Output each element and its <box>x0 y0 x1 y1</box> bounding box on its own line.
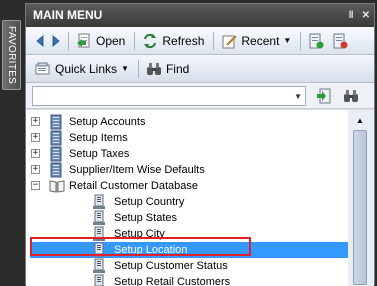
tree-item-label: Setup Retail Customers <box>114 276 231 286</box>
find-button[interactable]: Find <box>143 58 192 80</box>
chevron-down-icon: ▼ <box>121 64 129 73</box>
tree-item-label: Setup Location <box>114 244 188 256</box>
main-menu-panel: MAIN MENU ‖ ✕ Open Refresh Recent ▼ Quic… <box>25 3 375 286</box>
toolbar-separator <box>68 31 69 50</box>
open-book-icon <box>49 178 65 194</box>
ledger-icon <box>49 146 63 162</box>
tree-item-label: Setup City <box>114 228 165 240</box>
chevron-down-icon: ▼ <box>283 36 292 45</box>
tree-item[interactable]: − Retail Customer Database <box>26 178 348 194</box>
form-icon <box>92 258 106 274</box>
go-icon <box>317 88 331 104</box>
form-icon <box>92 210 106 226</box>
forward-arrow-icon <box>52 34 60 47</box>
refresh-label: Refresh <box>162 33 205 48</box>
refresh-icon <box>144 33 157 48</box>
expand-icon[interactable]: + <box>31 133 40 142</box>
tree-item[interactable]: Setup Country <box>30 194 348 210</box>
tree-item-label: Setup Items <box>69 132 128 144</box>
ledger-icon <box>49 162 63 178</box>
open-button[interactable]: Open <box>73 30 128 52</box>
search-combo[interactable]: ▼ <box>32 86 306 106</box>
recent-button[interactable]: Recent ▼ <box>218 30 294 52</box>
form-icon <box>92 226 106 242</box>
scroll-thumb[interactable] <box>353 130 367 285</box>
tree-item[interactable]: Setup States <box>30 210 348 226</box>
open-label: Open <box>96 33 126 48</box>
forward-button[interactable] <box>48 30 64 52</box>
pin-icon[interactable]: ‖ <box>349 4 354 27</box>
recent-icon <box>222 35 237 48</box>
back-arrow-icon <box>36 34 44 47</box>
find-label: Find <box>165 61 190 76</box>
form-icon <box>92 194 106 210</box>
tree-item-label: Retail Customer Database <box>69 180 199 192</box>
search-row: ▼ <box>26 83 374 109</box>
tree-item-label: Setup Accounts <box>69 116 146 128</box>
tree-item[interactable]: + Supplier/Item Wise Defaults <box>26 162 348 178</box>
main-toolbar: Open Refresh Recent ▼ <box>26 27 374 55</box>
chevron-down-icon[interactable]: ▼ <box>294 92 302 101</box>
tree-item[interactable]: Setup Customer Status <box>30 258 348 274</box>
back-button[interactable] <box>32 30 48 52</box>
menu-tree: + Setup Accounts + Setup Items + Setup Taxes +… <box>26 110 348 286</box>
binoculars-icon <box>344 90 358 102</box>
go-button[interactable] <box>313 86 335 106</box>
quick-links-label: Quick Links <box>55 61 118 76</box>
form-icon <box>92 274 106 286</box>
refresh-button[interactable]: Refresh <box>139 30 207 52</box>
toolbar-separator <box>134 31 136 50</box>
remove-favorite-button[interactable] <box>329 30 351 52</box>
tree-item[interactable]: Setup City <box>30 226 348 242</box>
tree-item-label: Supplier/Item Wise Defaults <box>69 164 205 176</box>
remove-favorite-icon <box>333 33 348 48</box>
open-icon <box>77 33 90 47</box>
binoculars-icon <box>146 62 161 75</box>
ledger-icon <box>49 114 63 130</box>
expand-icon[interactable]: + <box>31 117 40 126</box>
toolbar-separator <box>137 59 139 78</box>
vertical-scrollbar[interactable]: ▲ <box>348 110 374 286</box>
close-icon[interactable]: ✕ <box>362 4 370 27</box>
add-favorite-icon <box>309 33 324 48</box>
tree-item-label: Setup Customer Status <box>114 260 228 272</box>
ledger-icon <box>49 130 63 146</box>
toolbar-separator <box>213 31 215 50</box>
add-favorite-button[interactable] <box>305 30 327 52</box>
search-find-button[interactable] <box>340 86 362 106</box>
form-icon <box>92 242 106 258</box>
expand-icon[interactable]: + <box>31 165 40 174</box>
toolbar-separator <box>300 31 302 50</box>
secondary-toolbar: Quick Links ▼ Find <box>26 55 374 83</box>
title-bar: MAIN MENU ‖ ✕ <box>26 4 374 27</box>
favorites-tab[interactable]: FAVORITES <box>2 20 21 90</box>
recent-label: Recent <box>241 33 280 48</box>
scroll-up-icon[interactable]: ▲ <box>352 112 368 128</box>
tree-item[interactable]: + Setup Accounts <box>26 114 348 130</box>
tree-item[interactable]: Setup Retail Customers <box>30 274 348 286</box>
window-title: MAIN MENU <box>33 8 103 22</box>
tree-item-label: Setup States <box>114 212 177 224</box>
quick-links-button[interactable]: Quick Links ▼ <box>32 58 132 80</box>
quick-links-icon <box>35 62 50 74</box>
tree-item[interactable]: Setup Location <box>30 242 348 258</box>
tree-item-label: Setup Country <box>114 196 185 208</box>
collapse-icon[interactable]: − <box>31 181 40 190</box>
tree-item[interactable]: + Setup Taxes <box>26 146 348 162</box>
favorites-strip: FAVORITES <box>0 0 22 285</box>
tree-item-label: Setup Taxes <box>69 148 130 160</box>
tree-item[interactable]: + Setup Items <box>26 130 348 146</box>
expand-icon[interactable]: + <box>31 149 40 158</box>
